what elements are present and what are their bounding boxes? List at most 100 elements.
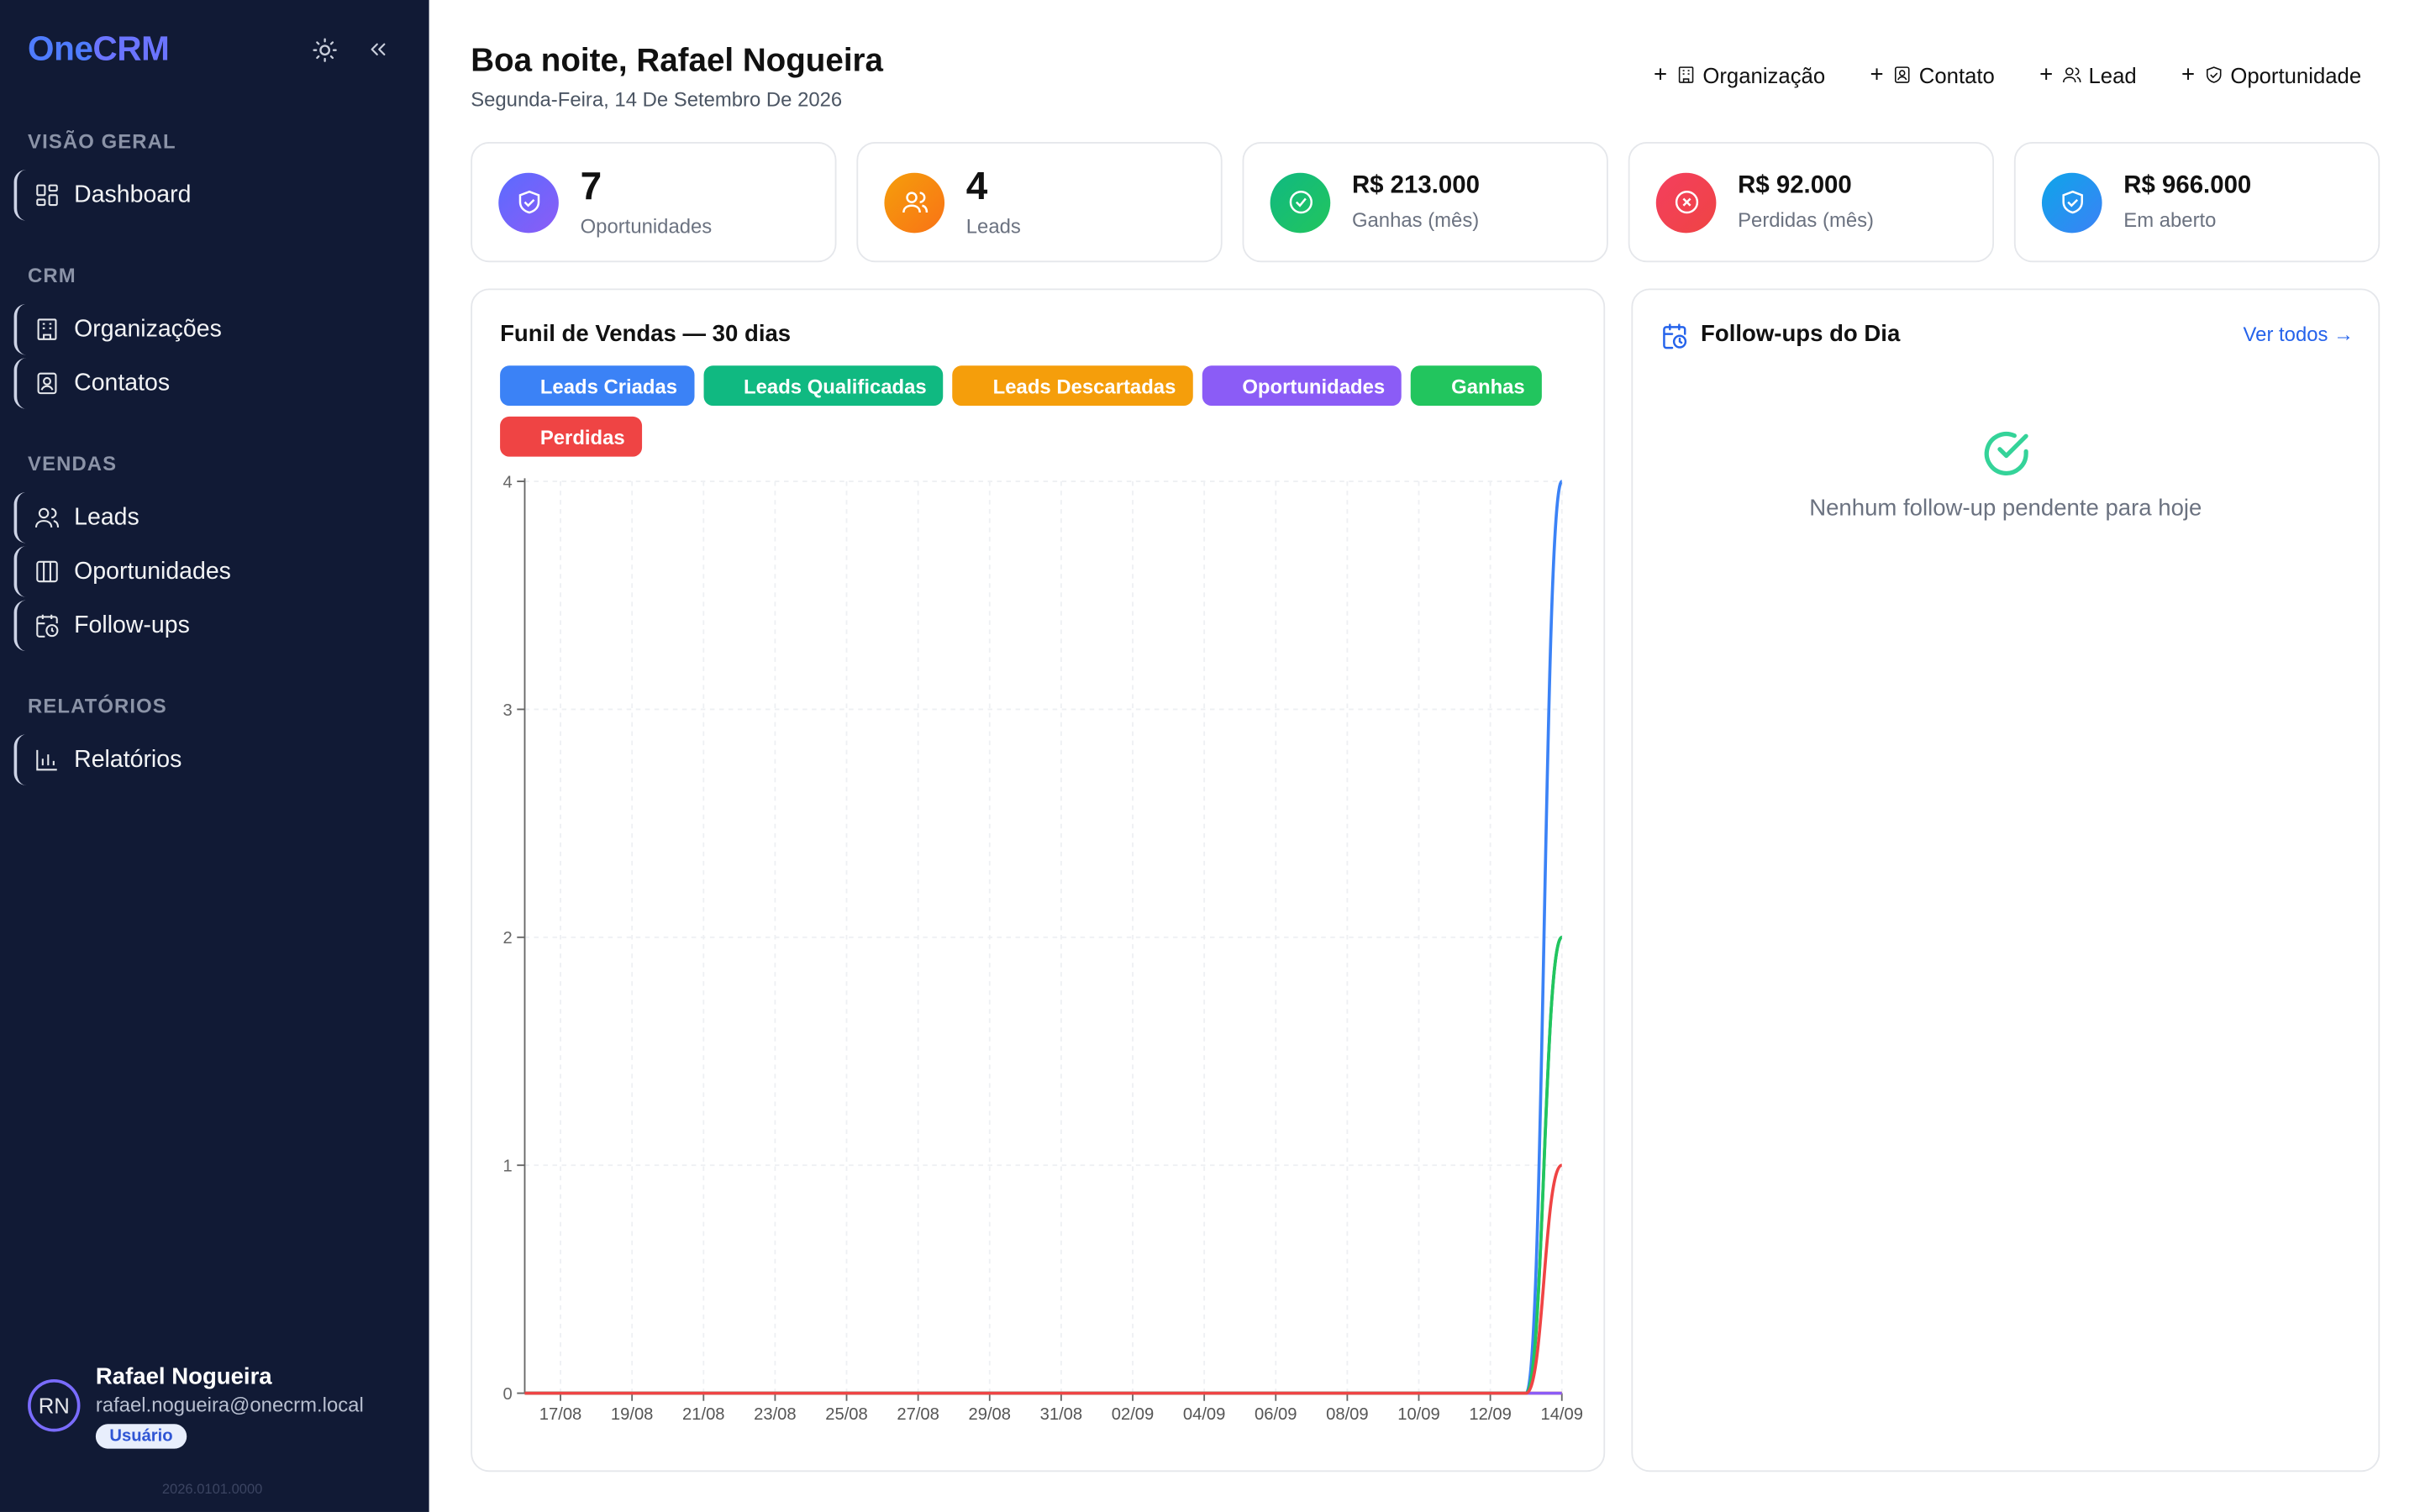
view-all-followups-link[interactable]: Ver todos →	[2244, 323, 2354, 346]
stat-card-leads[interactable]: 4 Leads	[856, 141, 1223, 263]
x-tick-label: 27/08	[897, 1405, 939, 1424]
stat-icon-bg	[1655, 171, 1717, 233]
app-logo[interactable]: OneCRM	[28, 29, 170, 70]
contact-card-icon	[37, 372, 57, 395]
sidebar-item-dashboard[interactable]: Dashboard	[13, 170, 416, 221]
chevrons-left-icon	[371, 43, 386, 55]
followups-panel: Follow-ups do Dia Ver todos → Nenhum fol…	[1631, 288, 2381, 1473]
sales-funnel-chart: 0 1 2 3 4 17/08 19/08 21/08 23/08 25/08 27/08 29/08…	[503, 473, 1583, 1424]
x-tick-label: 25/08	[825, 1405, 868, 1424]
x-tick-label: 17/08	[539, 1405, 582, 1424]
main-content: Boa noite, Rafael Nogueira Segunda-Feira…	[429, 0, 2420, 1512]
stat-card-open[interactable]: R$ 966.000 Em aberto	[2013, 141, 2381, 263]
x-tick-label: 21/08	[682, 1405, 725, 1424]
legend-item[interactable]: Ganhas	[1411, 365, 1542, 407]
user-role-badge: Usuário	[95, 1424, 187, 1449]
sidebar-item-label: Leads	[74, 503, 139, 530]
stat-label: Oportunidades	[580, 213, 713, 237]
new-opportunity-label: Oportunidade	[2230, 62, 2362, 87]
sidebar-item-label: Follow-ups	[74, 612, 190, 638]
x-tick-label: 31/08	[1040, 1405, 1083, 1424]
section-label-reports: RELATÓRIOS	[28, 694, 167, 718]
stat-icon-bg	[1270, 171, 1331, 233]
user-name: Rafael Nogueira	[95, 1363, 272, 1390]
stat-card-lost[interactable]: R$ 92.000 Perdidas (mês)	[1628, 141, 1995, 263]
sidebar-item-reports[interactable]: Relatórios	[13, 734, 416, 785]
sun-icon	[312, 37, 336, 61]
stat-value: R$ 213.000	[1351, 173, 1480, 200]
sidebar-item-label: Organizações	[74, 315, 222, 342]
kanban-columns-icon	[36, 560, 58, 583]
stat-value: 4	[965, 164, 988, 208]
sidebar-item-opportunities[interactable]: Oportunidades	[13, 546, 416, 597]
section-label-overview: VISÃO GERAL	[28, 129, 176, 153]
bar-chart-icon	[36, 749, 57, 771]
chart-legend: Leads Criadas Leads Qualificadas Leads Des…	[500, 365, 1581, 457]
x-tick-label: 23/08	[754, 1405, 797, 1424]
stat-label: Leads	[965, 213, 1021, 237]
legend-item[interactable]: Leads Qualificadas	[703, 365, 944, 407]
plus-icon: +	[2181, 61, 2196, 88]
followups-empty-message: Nenhum follow-up pendente para hoje	[1809, 495, 2202, 522]
x-tick-label: 19/08	[611, 1405, 654, 1424]
handshake-icon	[518, 190, 539, 214]
x-tick-label: 04/09	[1183, 1405, 1226, 1424]
y-tick-label: 2	[503, 929, 513, 948]
dashboard-icon	[36, 184, 58, 207]
calendar-clock-icon	[36, 614, 59, 638]
stat-icon-bg	[498, 171, 559, 233]
stat-label: Em aberto	[2123, 207, 2217, 232]
app-version: 2026.0101.0000	[161, 1481, 263, 1497]
sidebar-item-label: Dashboard	[74, 181, 192, 208]
y-tick-label: 3	[503, 701, 513, 720]
new-contact-button[interactable]: + Contato	[1870, 61, 1994, 87]
check-circle-icon	[1288, 190, 1313, 214]
x-tick-label: 12/09	[1469, 1405, 1512, 1424]
series-line	[524, 1163, 1563, 1395]
logo-text-crm: CRM	[92, 29, 170, 68]
sidebar-item-contacts[interactable]: Contatos	[13, 358, 416, 409]
new-organization-label: Organização	[1702, 62, 1826, 87]
logo-text-one: One	[28, 29, 93, 68]
new-opportunity-button[interactable]: + Oportunidade	[2181, 61, 2361, 87]
sidebar-item-label: Oportunidades	[74, 557, 231, 585]
sidebar-item-leads[interactable]: Leads	[13, 491, 416, 543]
section-label-crm: CRM	[28, 264, 76, 287]
building-icon	[37, 318, 57, 340]
stat-value: R$ 966.000	[2123, 173, 2252, 200]
user-profile[interactable]: RN Rafael Nogueira rafael.nogueira@onecr…	[28, 1364, 364, 1449]
stat-value: R$ 92.000	[1738, 173, 1852, 200]
user-email: rafael.nogueira@onecrm.local	[95, 1393, 364, 1417]
stat-card-opportunities[interactable]: 7 Oportunidades	[471, 141, 837, 263]
new-organization-button[interactable]: + Organização	[1654, 61, 1825, 87]
legend-item[interactable]: Perdidas	[500, 416, 642, 457]
users-icon	[902, 192, 928, 213]
handshake-icon	[2207, 66, 2222, 83]
plus-icon: +	[1654, 61, 1668, 88]
legend-item[interactable]: Leads Descartadas	[952, 365, 1193, 407]
collapse-sidebar-button[interactable]	[363, 34, 394, 65]
sidebar-item-organizations[interactable]: Organizações	[13, 303, 416, 355]
x-tick-label: 08/09	[1326, 1405, 1369, 1424]
handshake-icon	[2061, 190, 2083, 214]
stat-card-won[interactable]: R$ 213.000 Ganhas (mês)	[1242, 141, 1608, 263]
new-lead-label: Lead	[2088, 62, 2137, 87]
calendar-clock-icon	[1663, 323, 1687, 349]
avatar: RN	[28, 1379, 81, 1432]
sidebar: OneCRM VISÃO GERAL Dashboard CRM Organiz…	[0, 0, 429, 1512]
sidebar-item-followups[interactable]: Follow-ups	[13, 600, 416, 652]
legend-item[interactable]: Leads Criadas	[500, 365, 695, 407]
sales-funnel-panel: 0 1 2 3 4 17/08 19/08 21/08 23/08 25/08 27/08 29/08…	[471, 288, 1606, 1473]
users-icon	[2063, 67, 2081, 83]
x-tick-label: 02/09	[1112, 1405, 1155, 1424]
theme-toggle-button[interactable]	[308, 34, 339, 65]
users-icon	[34, 507, 60, 528]
x-tick-label: 14/09	[1540, 1405, 1583, 1424]
legend-item[interactable]: Oportunidades	[1202, 365, 1402, 407]
quick-actions: + Organização + Contato + Lead + Oportun…	[1654, 61, 2361, 87]
chart-title: Funil de Vendas — 30 dias	[500, 321, 792, 348]
new-lead-button[interactable]: + Lead	[2039, 61, 2137, 87]
y-tick-label: 1	[503, 1158, 513, 1176]
x-tick-label: 10/09	[1397, 1405, 1440, 1424]
followups-title: Follow-ups do Dia	[1701, 321, 1901, 348]
